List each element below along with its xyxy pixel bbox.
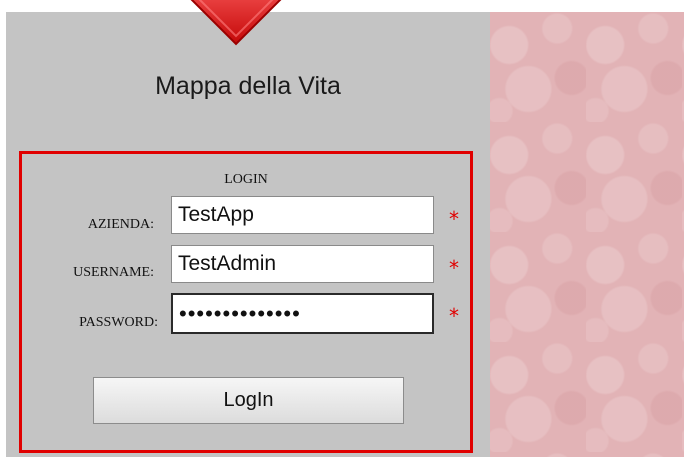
username-field[interactable] xyxy=(171,245,434,283)
required-icon: * xyxy=(449,304,459,328)
azienda-field[interactable] xyxy=(171,196,434,234)
username-label: USERNAME: xyxy=(73,265,154,280)
login-button[interactable]: LogIn xyxy=(93,377,404,424)
password-field[interactable] xyxy=(171,293,434,334)
login-heading: LOGIN xyxy=(224,172,268,187)
page: Mappa della Vita LOGIN AZIENDA: * USERNA… xyxy=(0,0,684,457)
required-icon: * xyxy=(449,256,459,280)
app-title: Mappa della Vita xyxy=(155,72,341,100)
azienda-label: AZIENDA: xyxy=(87,217,154,232)
login-form: LOGIN AZIENDA: * USERNAME: * PASSWORD: *… xyxy=(19,151,473,453)
required-icon: * xyxy=(449,207,459,231)
background-pattern xyxy=(490,12,684,457)
password-label: PASSWORD: xyxy=(79,315,158,330)
heart-icon xyxy=(182,0,290,46)
